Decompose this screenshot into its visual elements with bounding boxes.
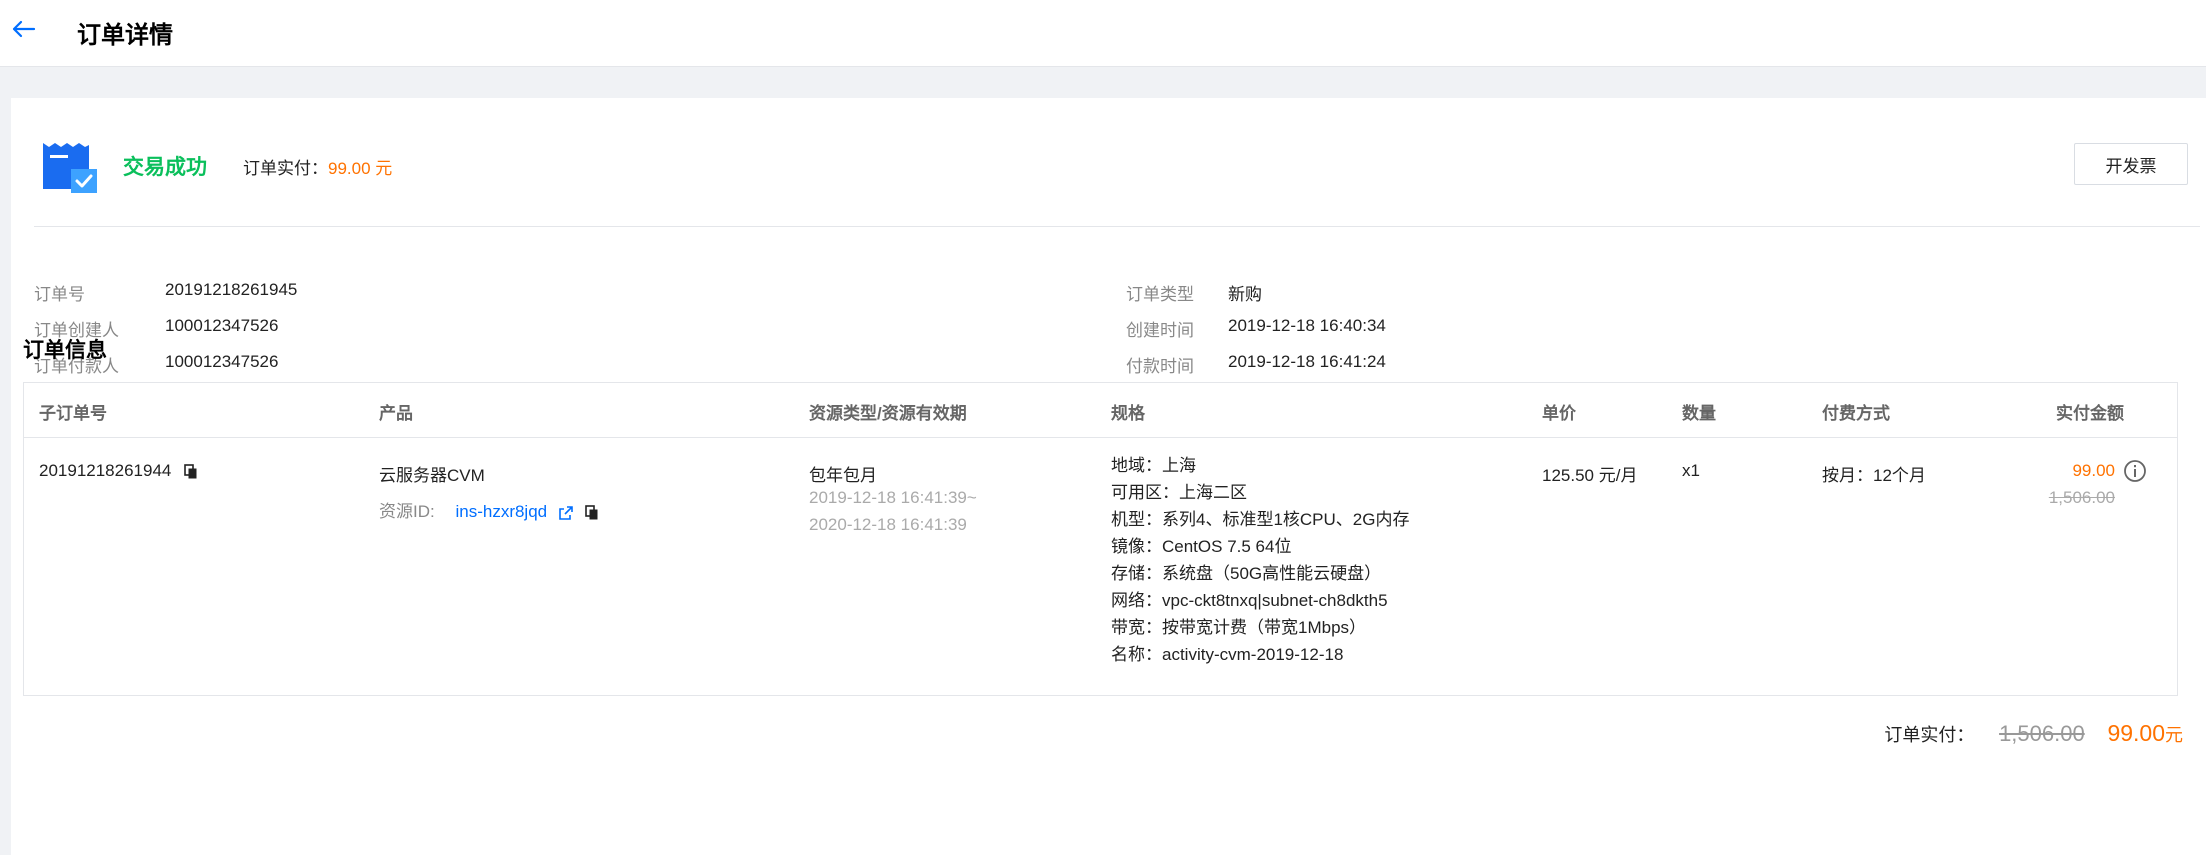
footer-total-label: 订单实付： — [1884, 725, 1975, 745]
spec-network: 网络：vpc-ckt8tnxq|subnet-ch8dkth5 — [1111, 591, 1388, 610]
spec-image: 镜像：CentOS 7.5 64位 — [1111, 537, 1292, 556]
meta-value: 100012347526 — [165, 316, 279, 335]
spec-zone: 可用区：上海二区 — [1111, 483, 1247, 502]
meta-label: 订单号 — [34, 285, 85, 304]
resource-type: 包年包月 — [809, 466, 877, 485]
top-bar: 订单详情 — [0, 0, 2206, 67]
spec-storage: 存储：系统盘（50G高性能云硬盘） — [1111, 564, 1382, 583]
status-text: 交易成功 — [123, 156, 207, 179]
col-product: 产品 — [379, 404, 413, 423]
meta-value: 100012347526 — [165, 352, 279, 371]
col-payment-method: 付费方式 — [1822, 404, 1890, 423]
table-header: 子订单号 产品 资源类型/资源有效期 规格 单价 数量 付费方式 实付金额 — [24, 383, 2177, 438]
col-paid-amount: 实付金额 — [2056, 404, 2124, 423]
page-title: 订单详情 — [77, 22, 173, 49]
col-sub-order-id: 子订单号 — [39, 404, 107, 423]
copy-icon[interactable] — [584, 504, 599, 521]
order-info-table: 子订单号 产品 资源类型/资源有效期 规格 单价 数量 付费方式 实付金额 20… — [23, 382, 2178, 696]
divider — [34, 226, 2200, 227]
footer-currency-unit: 元 — [2165, 725, 2183, 745]
meta-value: 2019-12-18 16:41:24 — [1228, 352, 1386, 371]
footer-total: 订单实付： 1,506.00 99.00元 — [1884, 720, 2183, 747]
status-row: 交易成功 订单实付：99.00 元 开发票 — [11, 98, 2206, 228]
receipt-check-icon — [43, 143, 97, 193]
row-paid-amount: 99.00 — [2072, 461, 2115, 480]
sub-order-cell: 20191218261944 — [39, 461, 198, 481]
meta-label: 创建时间 — [1126, 321, 1194, 340]
resource-id-cell: 资源ID: ins-hzxr8jqd — [379, 497, 599, 522]
paid-summary: 订单实付：99.00 元 — [243, 154, 392, 179]
spec-name: 名称：activity-cvm-2019-12-18 — [1111, 645, 1344, 664]
footer-original-amount: 1,506.00 — [1999, 721, 2085, 746]
resource-id-link[interactable]: ins-hzxr8jqd — [455, 502, 547, 521]
resource-id-label: 资源ID: — [379, 502, 435, 521]
quantity: x1 — [1682, 461, 1700, 480]
spec-region: 地域：上海 — [1111, 456, 1196, 475]
validity-end: 2020-12-18 16:41:39 — [809, 515, 967, 534]
external-link-icon[interactable] — [558, 505, 574, 521]
col-spec: 规格 — [1111, 404, 1145, 423]
meta-label: 付款时间 — [1126, 357, 1194, 376]
meta-value: 20191218261945 — [165, 280, 298, 299]
info-icon[interactable] — [2123, 459, 2147, 483]
product-name: 云服务器CVM — [379, 466, 485, 485]
validity-start: 2019-12-18 16:41:39~ — [809, 488, 977, 507]
spec-instance-type: 机型：系列4、标准型1核CPU、2G内存 — [1111, 510, 1410, 529]
paid-amount: 99.00 元 — [328, 159, 393, 178]
col-resource-type: 资源类型/资源有效期 — [809, 404, 967, 423]
meta-value: 新购 — [1228, 285, 1262, 304]
spec-bandwidth: 带宽：按带宽计费（带宽1Mbps） — [1111, 618, 1367, 637]
copy-icon[interactable] — [184, 463, 198, 480]
unit-price: 125.50 元/月 — [1542, 466, 1638, 485]
spec-list: 地域：上海 可用区：上海二区 机型：系列4、标准型1核CPU、2G内存 镜像：C… — [1111, 452, 1409, 668]
footer-paid-amount: 99.00 — [2107, 720, 2165, 746]
col-unit-price: 单价 — [1542, 404, 1576, 423]
payment-method: 按月：12个月 — [1822, 466, 1926, 485]
invoice-button[interactable]: 开发票 — [2074, 143, 2188, 185]
col-quantity: 数量 — [1682, 404, 1716, 423]
row-original-amount: 1,506.00 — [2048, 488, 2115, 507]
meta-label: 订单类型 — [1126, 285, 1194, 304]
paid-label: 订单实付： — [243, 159, 328, 178]
section-title-order-info: 订单信息 — [23, 339, 107, 362]
meta-value: 2019-12-18 16:40:34 — [1228, 316, 1386, 335]
back-arrow-icon[interactable] — [8, 14, 38, 44]
sub-order-id: 20191218261944 — [39, 461, 172, 480]
